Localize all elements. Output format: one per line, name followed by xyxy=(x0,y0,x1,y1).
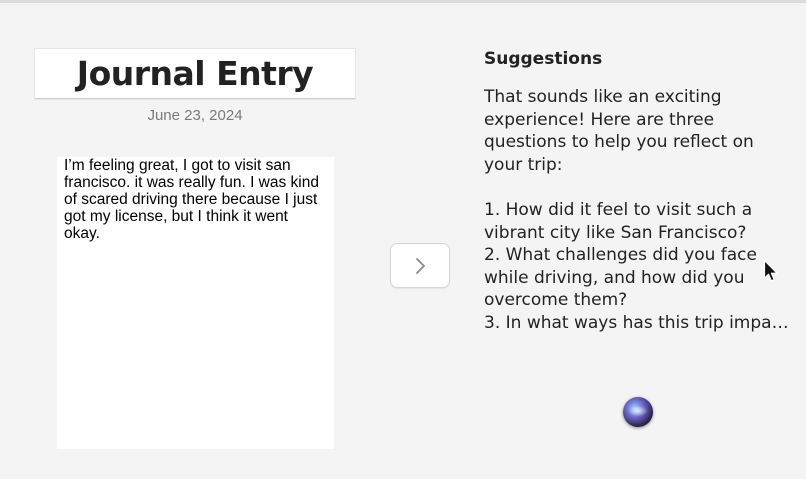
suggestions-text: That sounds like an exciting experience!… xyxy=(484,86,790,335)
journal-entry-textarea[interactable]: I’m feeling great, I got to visit san fr… xyxy=(57,157,334,449)
suggestion-question: 3. In what ways has this trip impacted y… xyxy=(484,312,790,333)
window-top-border xyxy=(0,0,806,3)
siri-orb-icon[interactable] xyxy=(623,397,653,427)
page-title: Journal Entry xyxy=(76,54,314,93)
journal-title-card: Journal Entry xyxy=(35,49,355,99)
suggestions-intro: That sounds like an exciting experience!… xyxy=(484,87,754,175)
suggestion-question: 1. How did it feel to visit such a vibra… xyxy=(484,199,753,243)
entry-date: June 23, 2024 xyxy=(147,107,243,124)
suggestions-heading: Suggestions xyxy=(484,49,603,69)
chevron-right-icon xyxy=(416,257,425,274)
mouse-pointer-icon xyxy=(763,259,778,282)
suggestion-question: 2. What challenges did you face while dr… xyxy=(484,245,757,311)
get-suggestions-button[interactable] xyxy=(390,243,450,288)
